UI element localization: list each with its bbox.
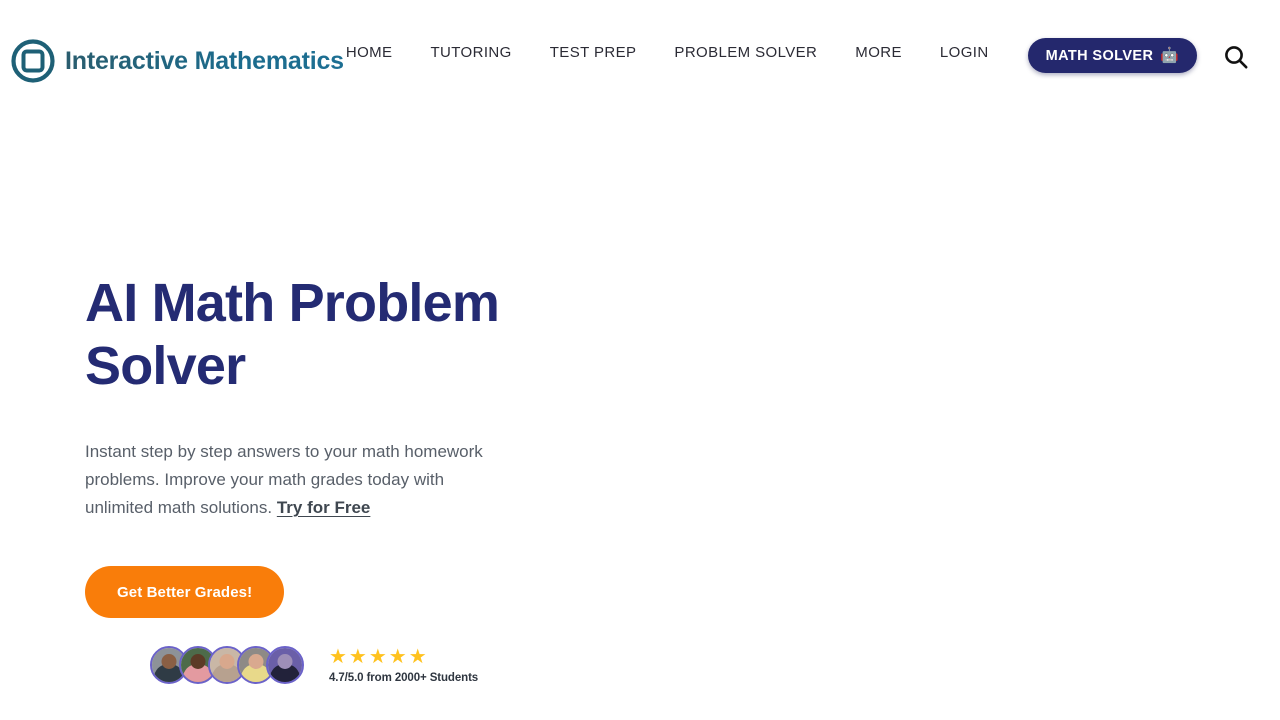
social-proof: ★★★★★ 4.7/5.0 from 2000+ Students — [150, 646, 625, 684]
main-navigation: HOME TUTORING TEST PREP PROBLEM SOLVER M… — [346, 44, 989, 61]
nav-item-login[interactable]: LOGIN — [940, 44, 989, 61]
math-solver-button[interactable]: MATH SOLVER 🤖 — [1027, 38, 1198, 73]
robot-icon: 🤖 — [1160, 47, 1180, 64]
star-rating-icon: ★★★★★ — [329, 645, 429, 668]
hero-section: AI Math Problem Solver Instant step by s… — [85, 272, 625, 684]
math-solver-label: MATH SOLVER — [1045, 47, 1154, 64]
avatar-group — [150, 646, 304, 684]
rating-block: ★★★★★ 4.7/5.0 from 2000+ Students — [329, 647, 478, 684]
try-for-free-link[interactable]: Try for Free — [277, 498, 371, 517]
brand-logo[interactable]: Interactive Mathematics — [10, 38, 344, 84]
brand-name: Interactive Mathematics — [65, 46, 344, 75]
rating-text: 4.7/5.0 from 2000+ Students — [329, 671, 479, 684]
site-header: Interactive Mathematics HOME TUTORING TE… — [0, 0, 1280, 116]
nav-item-home[interactable]: HOME — [346, 44, 393, 61]
math-solver-cta-wrapper: MATH SOLVER 🤖 — [1027, 38, 1198, 73]
hero-title: AI Math Problem Solver — [85, 273, 500, 396]
nav-item-problem-solver[interactable]: PROBLEM SOLVER — [674, 44, 817, 61]
nav-item-more[interactable]: MORE — [855, 44, 902, 61]
nav-item-tutoring[interactable]: TUTORING — [430, 44, 511, 61]
search-icon — [1225, 46, 1248, 69]
get-better-grades-button[interactable]: Get Better Grades! — [85, 566, 285, 618]
nav-item-test-prep[interactable]: TEST PREP — [550, 44, 637, 61]
search-button[interactable] — [1219, 40, 1253, 74]
student-avatar-5 — [266, 646, 304, 684]
hero-subtitle: Instant step by step answers to your mat… — [85, 438, 515, 522]
circle-square-logo-icon — [11, 39, 55, 83]
